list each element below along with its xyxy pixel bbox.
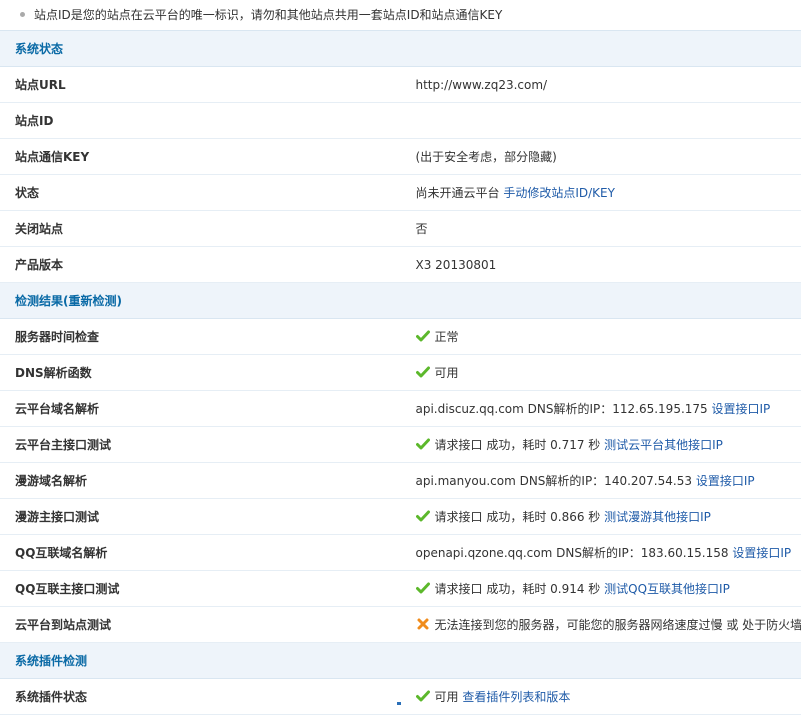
dns-func-label: DNS解析函数 — [0, 355, 401, 391]
manyou-dns-value: api.manyou.com DNS解析的IP：140.207.54.53 — [416, 474, 692, 488]
status-table: 系统状态 站点URL http://www.zq23.com/ 站点ID 站点通… — [0, 30, 801, 715]
set-cloud-ip-link[interactable]: 设置接口IP — [712, 402, 771, 416]
test-manyou-ip-link[interactable]: 测试漫游其他接口IP — [604, 510, 711, 524]
table-row: QQ互联域名解析 openapi.qzone.qq.com DNS解析的IP：1… — [0, 535, 801, 571]
cross-icon — [416, 617, 430, 631]
section-plugin-check: 系统插件检测 — [0, 643, 801, 679]
state-value: 尚未开通云平台 — [416, 186, 500, 200]
table-row: 状态 尚未开通云平台 手动修改站点ID/KEY — [0, 175, 801, 211]
time-check-value: 正常 — [435, 330, 459, 344]
manyou-dns-label: 漫游域名解析 — [0, 463, 401, 499]
site-id-label: 站点ID — [0, 103, 401, 139]
qq-dns-value: openapi.qzone.qq.com DNS解析的IP：183.60.15.… — [416, 546, 729, 560]
bullet-icon — [20, 12, 25, 17]
check-icon — [416, 509, 430, 523]
close-site-label: 关闭站点 — [0, 211, 401, 247]
note-row: 站点ID是您的站点在云平台的唯一标识，请勿和其他站点共用一套站点ID和站点通信K… — [0, 0, 801, 30]
section-system-status: 系统状态 — [0, 31, 801, 67]
table-row: 服务器时间检查 正常 — [0, 319, 801, 355]
site-test-label: 云平台到站点测试 — [0, 607, 401, 643]
site-url-value: http://www.zq23.com/ — [401, 67, 801, 103]
close-site-value: 否 — [401, 211, 801, 247]
section-check-results[interactable]: 检测结果(重新检测) — [0, 283, 801, 319]
set-manyou-ip-link[interactable]: 设置接口IP — [696, 474, 755, 488]
table-row: 关闭站点 否 — [0, 211, 801, 247]
site-url-label: 站点URL — [0, 67, 401, 103]
state-label: 状态 — [0, 175, 401, 211]
table-row: 云平台域名解析 api.discuz.qq.com DNS解析的IP：112.6… — [0, 391, 801, 427]
qq-api-value: 请求接口 成功，耗时 0.914 秒 — [435, 582, 601, 596]
cloud-dns-label: 云平台域名解析 — [0, 391, 401, 427]
table-row: 漫游域名解析 api.manyou.com DNS解析的IP：140.207.5… — [0, 463, 801, 499]
table-row: 云平台主接口测试 请求接口 成功，耗时 0.717 秒 测试云平台其他接口IP — [0, 427, 801, 463]
qq-api-label: QQ互联主接口测试 — [0, 571, 401, 607]
plugin-state-value: 可用 — [435, 690, 459, 704]
set-qq-ip-link[interactable]: 设置接口IP — [732, 546, 791, 560]
site-key-label: 站点通信KEY — [0, 139, 401, 175]
check-icon — [416, 581, 430, 595]
site-test-value: 无法连接到您的服务器，可能您的服务器网络速度过慢 或 处于防火墙后端 — [435, 618, 801, 632]
table-row: 云平台到站点测试 无法连接到您的服务器，可能您的服务器网络速度过慢 或 处于防火… — [0, 607, 801, 643]
edit-site-id-key-link[interactable]: 手动修改站点ID/KEY — [503, 186, 615, 200]
site-id-value — [401, 103, 801, 139]
site-key-value: (出于安全考虑，部分隐藏) — [401, 139, 801, 175]
qq-dns-label: QQ互联域名解析 — [0, 535, 401, 571]
product-version-label: 产品版本 — [0, 247, 401, 283]
view-plugin-list-link[interactable]: 查看插件列表和版本 — [462, 690, 570, 704]
check-icon — [416, 365, 430, 379]
product-version-value: X3 20130801 — [401, 247, 801, 283]
manyou-api-value: 请求接口 成功，耗时 0.866 秒 — [435, 510, 601, 524]
table-row: 站点通信KEY (出于安全考虑，部分隐藏) — [0, 139, 801, 175]
table-row: 系统插件状态 可用 查看插件列表和版本 — [0, 679, 801, 715]
table-row: 站点ID — [0, 103, 801, 139]
time-check-label: 服务器时间检查 — [0, 319, 401, 355]
cloud-api-value: 请求接口 成功，耗时 0.717 秒 — [435, 438, 601, 452]
cloud-api-label: 云平台主接口测试 — [0, 427, 401, 463]
cloud-platform-panel: 站点ID是您的站点在云平台的唯一标识，请勿和其他站点共用一套站点ID和站点通信K… — [0, 0, 801, 715]
check-icon — [416, 329, 430, 343]
test-cloud-ip-link[interactable]: 测试云平台其他接口IP — [604, 438, 723, 452]
check-icon — [416, 437, 430, 451]
manyou-api-label: 漫游主接口测试 — [0, 499, 401, 535]
table-row: QQ互联主接口测试 请求接口 成功，耗时 0.914 秒 测试QQ互联其他接口I… — [0, 571, 801, 607]
cloud-dns-value: api.discuz.qq.com DNS解析的IP：112.65.195.17… — [416, 402, 708, 416]
table-row: DNS解析函数 可用 — [0, 355, 801, 391]
check-icon — [416, 689, 430, 703]
table-row: 站点URL http://www.zq23.com/ — [0, 67, 801, 103]
plugin-state-label: 系统插件状态 — [0, 679, 401, 715]
note-text: 站点ID是您的站点在云平台的唯一标识，请勿和其他站点共用一套站点ID和站点通信K… — [20, 8, 502, 22]
table-row: 漫游主接口测试 请求接口 成功，耗时 0.866 秒 测试漫游其他接口IP — [0, 499, 801, 535]
test-qq-ip-link[interactable]: 测试QQ互联其他接口IP — [604, 582, 730, 596]
table-row: 产品版本 X3 20130801 — [0, 247, 801, 283]
dns-func-value: 可用 — [435, 366, 459, 380]
